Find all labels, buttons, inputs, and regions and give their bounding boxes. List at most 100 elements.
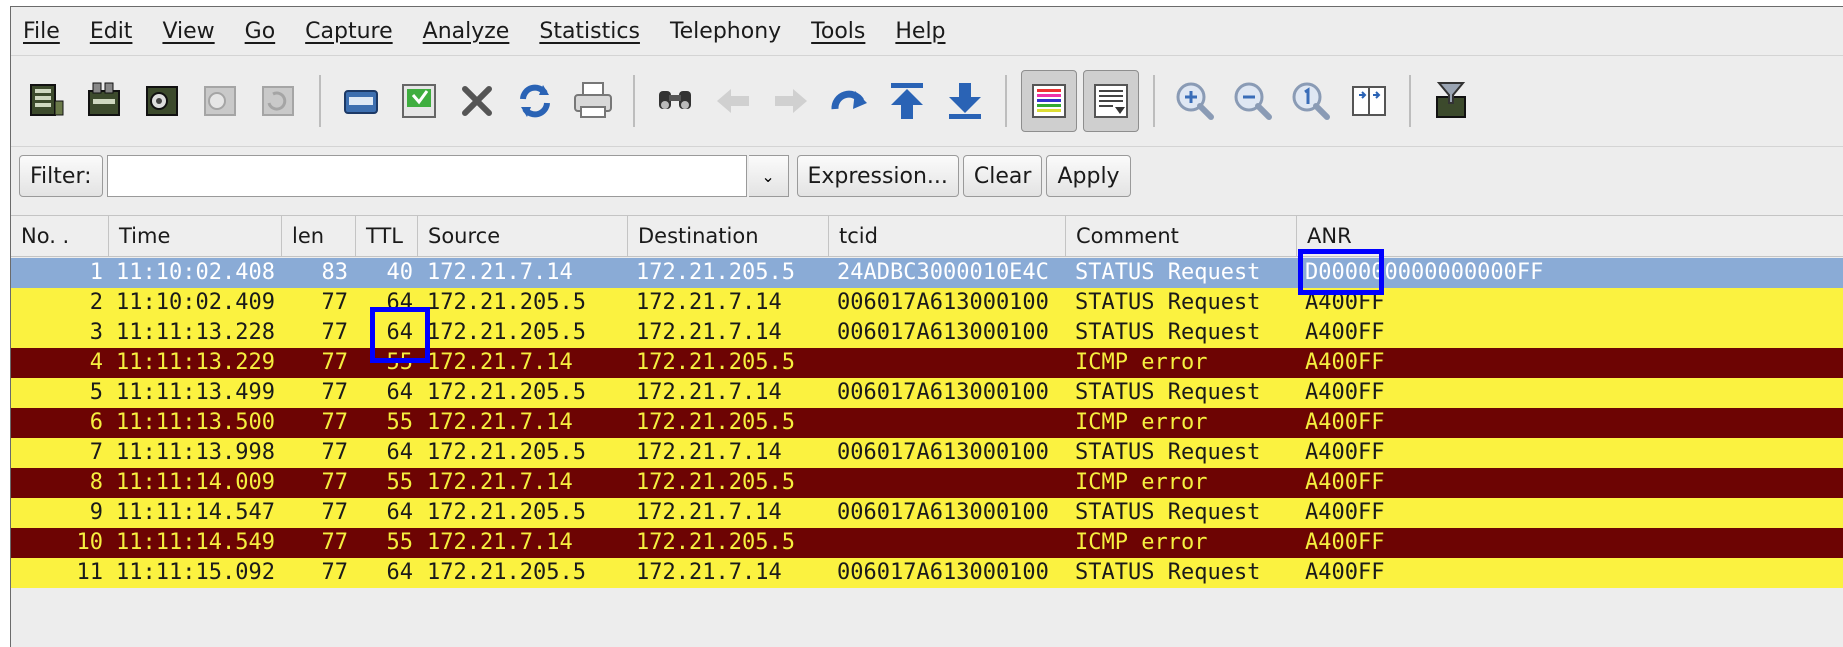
menu-statistics[interactable]: Statistics	[539, 19, 640, 44]
table-row[interactable]: 11 11:11:15.092 77 64 172.21.205.5 172.2…	[11, 558, 1843, 588]
cell-time: 11:11:15.092	[116, 560, 275, 585]
column-header-destination[interactable]: Destination	[628, 216, 829, 256]
normal-size-icon[interactable]	[1285, 75, 1337, 127]
filter-button[interactable]: Filter:	[19, 155, 103, 197]
table-row[interactable]: 1 11:10:02.408 83 40 172.21.7.14 172.21.…	[11, 258, 1843, 288]
menu-analyze[interactable]: Analyze	[423, 19, 510, 44]
cell-source: 172.21.205.5	[427, 320, 586, 345]
table-row[interactable]: 9 11:11:14.547 77 64 172.21.205.5 172.21…	[11, 498, 1843, 528]
reload-icon[interactable]	[509, 75, 561, 127]
table-row[interactable]: 6 11:11:13.500 77 55 172.21.7.14 172.21.…	[11, 408, 1843, 438]
table-row[interactable]: 8 11:11:14.009 77 55 172.21.7.14 172.21.…	[11, 468, 1843, 498]
cell-time: 11:11:13.998	[116, 440, 275, 465]
menu-view[interactable]: View	[162, 19, 214, 44]
menu-edit[interactable]: Edit	[90, 19, 133, 44]
display-filter-bar: Filter: ⌄ Expression... Clear Apply	[11, 146, 1843, 205]
interfaces-icon[interactable]	[21, 75, 73, 127]
zoom-out-icon[interactable]	[1227, 75, 1279, 127]
cell-time: 11:11:13.229	[116, 350, 275, 375]
cell-source: 172.21.205.5	[427, 290, 586, 315]
menu-telephony[interactable]: Telephony	[670, 19, 781, 44]
table-row[interactable]: 3 11:11:13.228 77 64 172.21.205.5 172.21…	[11, 318, 1843, 348]
cell-len: 77	[321, 380, 349, 405]
toolbar-separator	[633, 75, 635, 127]
zoom-in-icon[interactable]	[1169, 75, 1221, 127]
save-file-icon[interactable]	[393, 75, 445, 127]
find-packet-icon[interactable]	[649, 75, 701, 127]
last-packet-icon[interactable]	[939, 75, 991, 127]
capture-filters-icon[interactable]	[1425, 75, 1477, 127]
column-header-tcid[interactable]: tcid	[829, 216, 1066, 256]
column-header-comment[interactable]: Comment	[1066, 216, 1297, 256]
filter-input[interactable]	[106, 155, 747, 197]
table-row[interactable]: 10 11:11:14.549 77 55 172.21.7.14 172.21…	[11, 528, 1843, 558]
cell-len: 77	[321, 500, 349, 525]
restart-capture-icon	[253, 75, 305, 127]
open-file-icon[interactable]	[335, 75, 387, 127]
cell-comment: STATUS Request	[1075, 260, 1261, 285]
first-packet-icon[interactable]	[881, 75, 933, 127]
cell-source: 172.21.205.5	[427, 440, 586, 465]
cell-anr: A400FF	[1305, 560, 1385, 585]
apply-button[interactable]: Apply	[1046, 155, 1131, 197]
start-capture-icon[interactable]	[137, 75, 189, 127]
packet-list-header: No. . Time len TTL Source Destination tc…	[11, 215, 1843, 257]
cell-comment: ICMP error	[1075, 350, 1208, 375]
cell-time: 11:10:02.408	[116, 260, 275, 285]
column-header-source[interactable]: Source	[418, 216, 628, 256]
cell-destination: 172.21.205.5	[636, 410, 795, 435]
cell-anr: A400FF	[1305, 530, 1385, 555]
cell-time: 11:11:14.549	[116, 530, 275, 555]
cell-comment: ICMP error	[1075, 530, 1208, 555]
packet-list: 1 11:10:02.408 83 40 172.21.7.14 172.21.…	[11, 258, 1843, 588]
toolbar-separator	[319, 75, 321, 127]
cell-comment: ICMP error	[1075, 410, 1208, 435]
clear-button[interactable]: Clear	[962, 155, 1043, 197]
column-header-no[interactable]: No. .	[11, 216, 109, 256]
cell-comment: STATUS Request	[1075, 500, 1261, 525]
column-header-ttl[interactable]: TTL	[356, 216, 418, 256]
cell-no: 5	[89, 380, 103, 405]
menu-file[interactable]: File	[23, 19, 60, 44]
cell-len: 83	[321, 260, 349, 285]
options-icon[interactable]	[79, 75, 131, 127]
cell-destination: 172.21.7.14	[636, 500, 782, 525]
go-forward-icon	[765, 75, 817, 127]
table-row[interactable]: 5 11:11:13.499 77 64 172.21.205.5 172.21…	[11, 378, 1843, 408]
expression-button[interactable]: Expression...	[796, 155, 959, 197]
cell-no: 3	[89, 320, 103, 345]
colorize-icon[interactable]	[1021, 70, 1077, 132]
cell-len: 77	[321, 290, 349, 315]
cell-source: 172.21.7.14	[427, 410, 573, 435]
menu-capture[interactable]: Capture	[305, 19, 392, 44]
close-file-icon[interactable]	[451, 75, 503, 127]
table-row[interactable]: 2 11:10:02.409 77 64 172.21.205.5 172.21…	[11, 288, 1843, 318]
table-row[interactable]: 4 11:11:13.229 77 55 172.21.7.14 172.21.…	[11, 348, 1843, 378]
cell-tcid: 006017A613000100	[837, 290, 1049, 315]
toolbar-separator	[1153, 75, 1155, 127]
main-toolbar	[11, 55, 1843, 146]
filter-history-dropdown[interactable]: ⌄	[748, 155, 789, 197]
column-header-len[interactable]: len	[282, 216, 356, 256]
cell-len: 77	[321, 470, 349, 495]
table-row[interactable]: 7 11:11:13.998 77 64 172.21.205.5 172.21…	[11, 438, 1843, 468]
cell-source: 172.21.7.14	[427, 350, 573, 375]
cell-len: 77	[321, 560, 349, 585]
cell-no: 10	[76, 530, 104, 555]
column-header-time[interactable]: Time	[109, 216, 282, 256]
cell-source: 172.21.7.14	[427, 530, 573, 555]
go-to-packet-icon[interactable]	[823, 75, 875, 127]
menu-go[interactable]: Go	[245, 19, 276, 44]
cell-no: 11	[76, 560, 104, 585]
menu-tools[interactable]: Tools	[811, 19, 865, 44]
cell-comment: STATUS Request	[1075, 560, 1261, 585]
menu-help[interactable]: Help	[895, 19, 945, 44]
autoscroll-icon[interactable]	[1083, 70, 1139, 132]
cell-tcid: 006017A613000100	[837, 380, 1049, 405]
wireshark-window: File Edit View Go Capture Analyze Statis…	[10, 6, 1843, 647]
resize-columns-icon[interactable]	[1343, 75, 1395, 127]
print-icon[interactable]	[567, 75, 619, 127]
cell-anr: A400FF	[1305, 500, 1385, 525]
cell-comment: ICMP error	[1075, 470, 1208, 495]
cell-no: 1	[89, 260, 103, 285]
